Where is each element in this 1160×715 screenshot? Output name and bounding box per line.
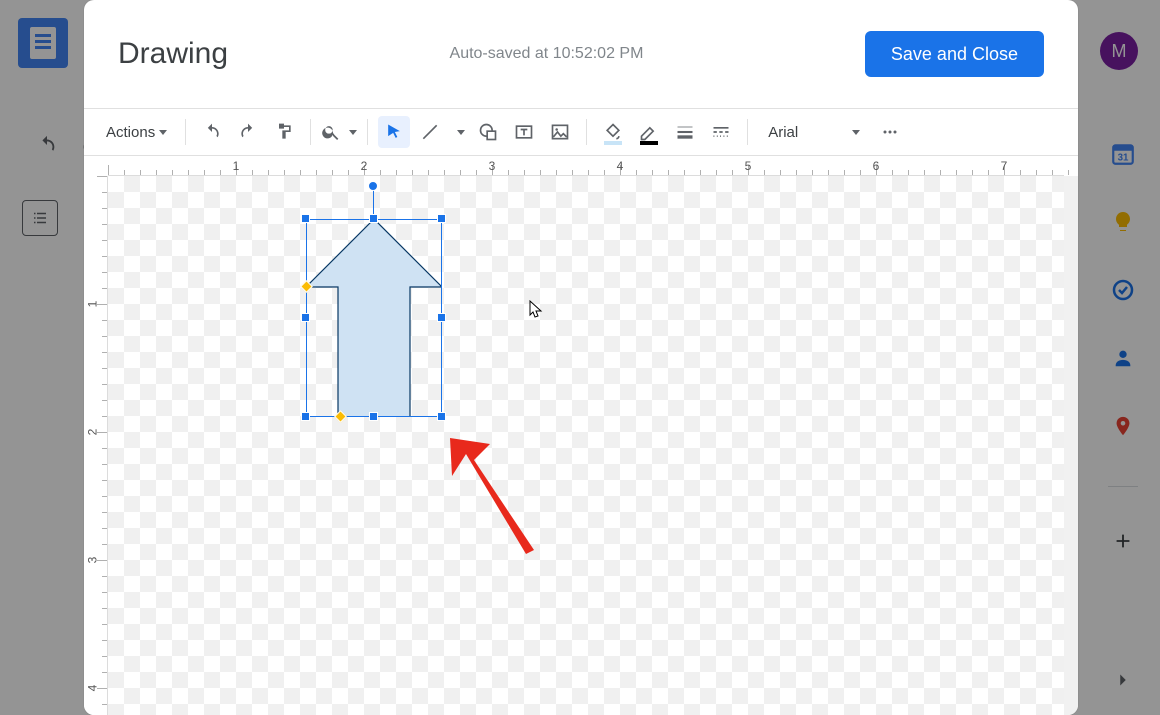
rotation-handle[interactable]: [368, 181, 378, 191]
line-tool-dropdown[interactable]: [450, 116, 468, 148]
chevron-down-icon: [159, 130, 167, 135]
resize-handle-n[interactable]: [369, 214, 378, 223]
actions-label: Actions: [106, 124, 155, 141]
more-options-button[interactable]: [874, 116, 906, 148]
vertical-scrollbar[interactable]: [1064, 176, 1078, 715]
annotation-red-arrow: [448, 436, 538, 556]
resize-handle-sw[interactable]: [301, 412, 310, 421]
dialog-header: Drawing Auto-saved at 10:52:02 PM Save a…: [84, 0, 1078, 108]
resize-handle-e[interactable]: [437, 313, 446, 322]
autosave-status: Auto-saved at 10:52:02 PM: [252, 45, 841, 63]
fill-color-swatch: [604, 141, 622, 145]
resize-handle-ne[interactable]: [437, 214, 446, 223]
horizontal-ruler[interactable]: 1234567: [108, 156, 1064, 176]
selection-outline: [306, 219, 442, 417]
dialog-title: Drawing: [118, 37, 228, 71]
toolbar-separator: [185, 119, 186, 145]
vertical-ruler[interactable]: 1234: [84, 176, 108, 715]
shape-tool[interactable]: [472, 116, 504, 148]
font-family-select[interactable]: Arial: [758, 124, 870, 141]
resize-handle-w[interactable]: [301, 313, 310, 322]
border-weight-button[interactable]: [669, 116, 701, 148]
border-color-button[interactable]: [633, 116, 665, 148]
mouse-cursor-icon: [529, 300, 543, 320]
paint-format-button[interactable]: [268, 116, 300, 148]
actions-menu[interactable]: Actions: [98, 116, 175, 148]
select-tool[interactable]: [378, 116, 410, 148]
undo-button[interactable]: [196, 116, 228, 148]
save-and-close-button[interactable]: Save and Close: [865, 31, 1044, 77]
resize-handle-nw[interactable]: [301, 214, 310, 223]
font-name-label: Arial: [768, 124, 798, 141]
border-color-swatch: [640, 141, 658, 145]
border-dash-button[interactable]: [705, 116, 737, 148]
image-tool[interactable]: [544, 116, 576, 148]
toolbar-separator: [586, 119, 587, 145]
toolbar-separator: [367, 119, 368, 145]
redo-button[interactable]: [232, 116, 264, 148]
textbox-tool[interactable]: [508, 116, 540, 148]
canvas-area: 1234567 1234: [84, 156, 1078, 715]
resize-handle-se[interactable]: [437, 412, 446, 421]
fill-color-button[interactable]: [597, 116, 629, 148]
toolbar-separator: [310, 119, 311, 145]
chevron-down-icon: [349, 130, 357, 135]
chevron-down-icon: [457, 130, 465, 135]
resize-handle-s[interactable]: [369, 412, 378, 421]
toolbar-separator: [747, 119, 748, 145]
drawing-toolbar: Actions Arial: [84, 108, 1078, 156]
zoom-button[interactable]: [321, 116, 357, 148]
drawing-canvas[interactable]: [108, 176, 1064, 715]
chevron-down-icon: [852, 130, 860, 135]
drawing-dialog: Drawing Auto-saved at 10:52:02 PM Save a…: [84, 0, 1078, 715]
line-tool[interactable]: [414, 116, 446, 148]
